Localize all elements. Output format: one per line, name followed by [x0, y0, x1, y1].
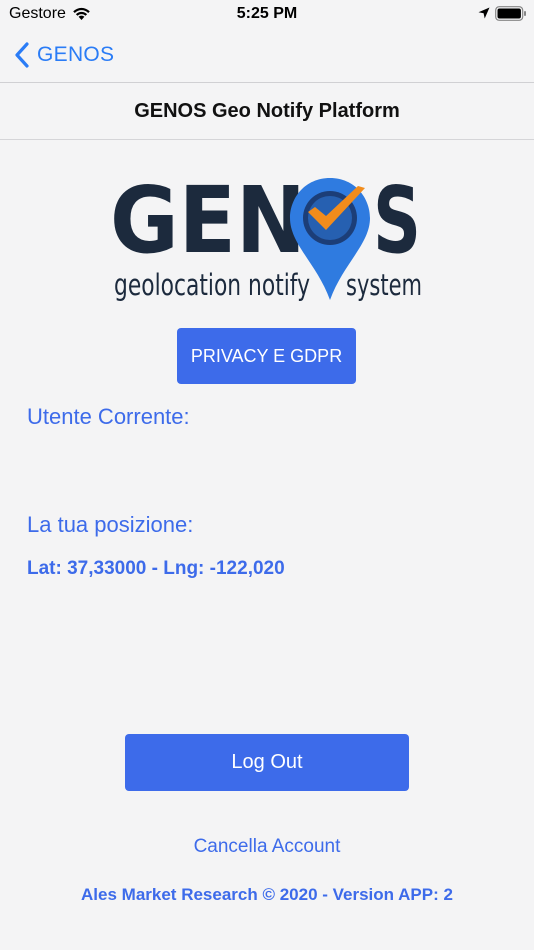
- footer-copyright: Ales Market Research © 2020 - Version AP…: [81, 885, 453, 904]
- logo-word-left: GEN: [110, 172, 306, 274]
- battery-icon: [495, 6, 526, 21]
- privacy-gdpr-button[interactable]: PRIVACY E GDPR: [177, 328, 356, 384]
- genos-logo: GEN S geolocation notify system: [110, 172, 422, 302]
- back-button[interactable]: GENOS: [14, 40, 114, 70]
- current-user-label: Utente Corrente:: [27, 404, 190, 429]
- chevron-left-icon: [15, 42, 29, 68]
- coordinates-value: Lat: 37,33000 - Lng: -122,020: [27, 558, 285, 579]
- delete-account-link[interactable]: Cancella Account: [0, 836, 534, 858]
- logout-button[interactable]: Log Out: [125, 734, 409, 791]
- location-arrow-icon: [478, 7, 490, 19]
- logo-word-right: S: [373, 172, 421, 274]
- status-bar: Gestore 5:25 PM: [0, 0, 534, 30]
- clock-time: 5:25 PM: [236, 5, 298, 22]
- title-bar: GENOS Geo Notify Platform: [0, 84, 534, 140]
- logo-tagline-left: geolocation notify: [114, 268, 310, 302]
- navigation-bar: GENOS: [0, 30, 534, 83]
- logo-tagline-right: system: [346, 268, 422, 302]
- back-button-label: GENOS: [37, 43, 115, 66]
- page-title: GENOS Geo Notify Platform: [134, 100, 400, 122]
- position-label: La tua posizione:: [27, 512, 194, 537]
